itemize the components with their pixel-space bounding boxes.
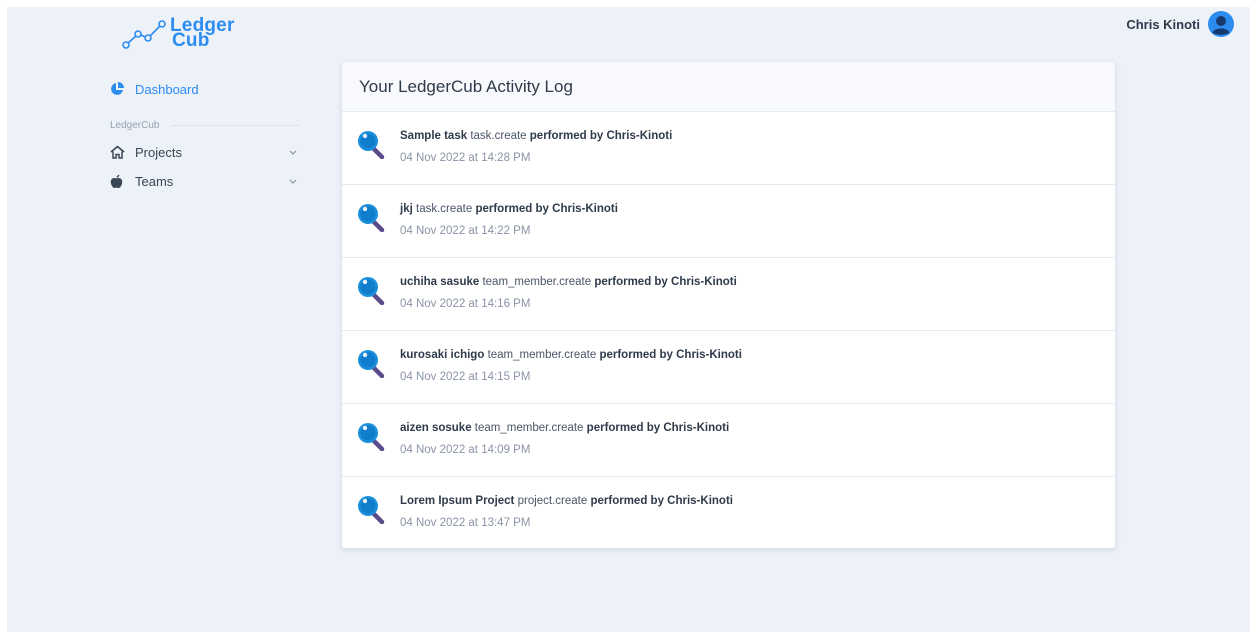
magnifier-icon <box>358 350 385 378</box>
chevron-down-icon[interactable] <box>288 176 298 186</box>
user-name: Chris Kinoti <box>1126 16 1200 32</box>
activity-action: team_member.create <box>482 276 592 288</box>
sidebar-item-label: Teams <box>135 173 174 189</box>
activity-subject: uchiha sasuke <box>400 276 480 288</box>
magnifier-icon <box>358 204 385 232</box>
activity-description: aizen sosuke team_member.create performe… <box>400 422 729 434</box>
activity-log-item[interactable]: aizen sosuke team_member.create performe… <box>342 404 1115 477</box>
chart-line-icon <box>122 20 166 49</box>
activity-description: Lorem Ipsum Project project.create perfo… <box>400 495 733 507</box>
activity-action: task.create <box>470 130 527 142</box>
activity-log-item[interactable]: jkj task.create performed by Chris-Kinot… <box>342 185 1115 258</box>
apple-icon <box>110 174 125 189</box>
sidebar-item-projects[interactable]: Projects <box>110 142 300 162</box>
activity-description: uchiha sasuke team_member.create perform… <box>400 276 737 288</box>
section-label: LedgerCub <box>110 119 160 131</box>
magnifier-icon <box>358 496 385 524</box>
activity-log-card: Your LedgerCub Activity Log Sample task … <box>342 62 1115 548</box>
activity-timestamp: 04 Nov 2022 at 14:15 PM <box>400 371 531 383</box>
magnifier-icon <box>358 423 385 451</box>
activity-timestamp: 04 Nov 2022 at 14:22 PM <box>400 225 531 237</box>
activity-description: jkj task.create performed by Chris-Kinot… <box>400 203 618 215</box>
activity-log-item[interactable]: kurosaki ichigo team_member.create perfo… <box>342 331 1115 404</box>
activity-log-item[interactable]: Lorem Ipsum Project project.create perfo… <box>342 477 1115 548</box>
activity-subject: kurosaki ichigo <box>400 349 485 361</box>
activity-log-list: Sample task task.create performed by Chr… <box>342 112 1115 548</box>
user-circle-icon <box>1208 11 1234 37</box>
sidebar-item-dashboard[interactable]: Dashboard <box>110 80 300 98</box>
activity-description: Sample task task.create performed by Chr… <box>400 130 672 142</box>
pie-chart-icon <box>111 82 124 95</box>
user-menu[interactable]: Chris Kinoti <box>1126 11 1234 37</box>
sidebar-item-teams[interactable]: Teams <box>110 171 300 191</box>
activity-action: team_member.create <box>487 349 597 361</box>
brand-name: Ledger Cub <box>170 15 235 51</box>
activity-action: project.create <box>517 495 588 507</box>
activity-action: task.create <box>416 203 473 215</box>
activity-description: kurosaki ichigo team_member.create perfo… <box>400 349 742 361</box>
activity-performer: performed by Chris-Kinoti <box>475 203 618 215</box>
activity-action: team_member.create <box>474 422 584 434</box>
activity-subject: Sample task <box>400 130 468 142</box>
house-icon <box>110 145 125 160</box>
activity-timestamp: 04 Nov 2022 at 14:28 PM <box>400 152 531 164</box>
activity-subject: jkj <box>400 203 413 215</box>
sidebar-item-label: Dashboard <box>135 81 199 97</box>
activity-subject: Lorem Ipsum Project <box>400 495 515 507</box>
activity-log-item[interactable]: Sample task task.create performed by Chr… <box>342 112 1115 185</box>
sidebar-item-label: Projects <box>135 144 182 160</box>
divider <box>171 124 300 126</box>
sidebar: Dashboard LedgerCub Projects Teams <box>110 80 300 191</box>
activity-performer: performed by Chris-Kinoti <box>594 276 737 288</box>
activity-subject: aizen sosuke <box>400 422 472 434</box>
activity-performer: performed by Chris-Kinoti <box>590 495 733 507</box>
activity-performer: performed by Chris-Kinoti <box>586 422 730 434</box>
activity-timestamp: 04 Nov 2022 at 13:47 PM <box>400 517 531 529</box>
activity-timestamp: 04 Nov 2022 at 14:16 PM <box>400 298 531 310</box>
sidebar-section: LedgerCub <box>110 118 300 132</box>
magnifier-icon <box>358 277 385 305</box>
activity-log-item[interactable]: uchiha sasuke team_member.create perform… <box>342 258 1115 331</box>
ledgercub-logo[interactable]: Ledger Cub <box>122 14 252 58</box>
chevron-down-icon[interactable] <box>288 147 298 157</box>
activity-performer: performed by Chris-Kinoti <box>599 349 742 361</box>
activity-performer: performed by Chris-Kinoti <box>529 130 673 142</box>
magnifier-icon <box>358 131 385 159</box>
activity-timestamp: 04 Nov 2022 at 14:09 PM <box>400 444 531 456</box>
card-title: Your LedgerCub Activity Log <box>342 62 1115 112</box>
